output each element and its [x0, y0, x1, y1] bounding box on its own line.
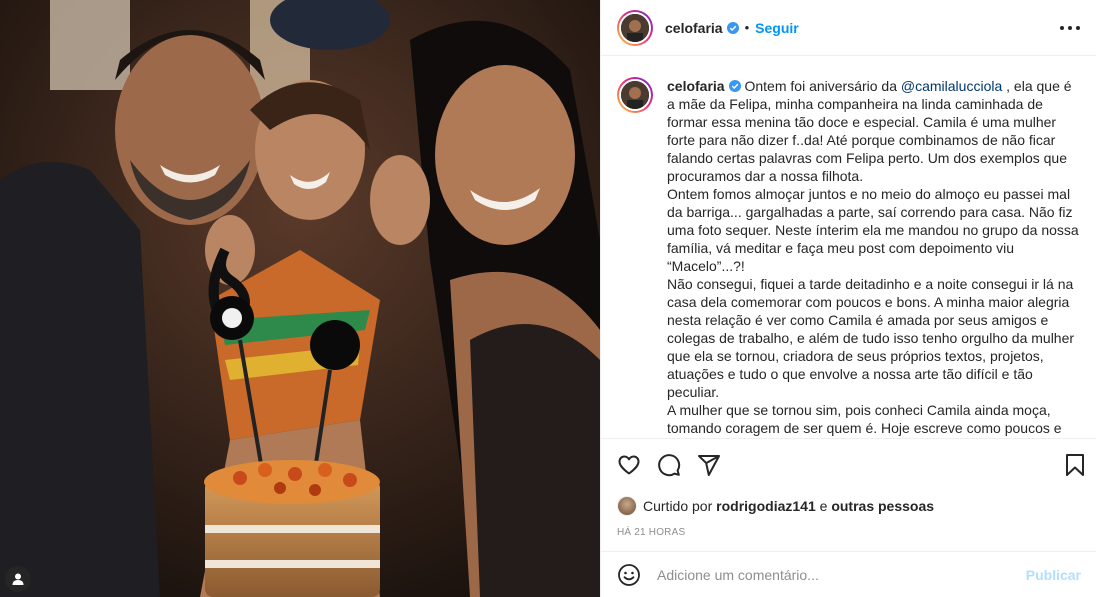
likes-conjunction: e — [815, 498, 832, 514]
likes-text: Curtido por rodrigodiaz141 e outras pess… — [643, 498, 934, 514]
user-tag-icon[interactable] — [5, 566, 31, 592]
post-timestamp[interactable]: HÁ 21 HORAS — [601, 527, 1096, 538]
heart-icon[interactable] — [617, 453, 641, 477]
caption-author-avatar[interactable] — [617, 77, 653, 113]
share-icon[interactable] — [697, 453, 721, 477]
publish-button[interactable]: Publicar — [1026, 567, 1081, 583]
verified-badge-icon — [726, 21, 739, 34]
post-header: celofaria • Seguir — [601, 0, 1096, 56]
post-image — [0, 0, 600, 597]
others-likes-link[interactable]: outras pessoas — [831, 498, 934, 514]
verified-badge-icon — [728, 80, 741, 92]
caption-paragraph-2: Ontem fomos almoçar juntos e no meio do … — [667, 186, 1083, 274]
mention-link[interactable]: @camilalucciola — [901, 78, 1002, 94]
likes-prefix: Curtido por — [643, 498, 717, 514]
author-avatar[interactable] — [617, 9, 653, 46]
comment-icon[interactable] — [657, 453, 681, 477]
liker-avatar[interactable] — [617, 496, 637, 516]
comment-form: Publicar — [601, 551, 1096, 597]
caption: celofaria Ontem foi aniversário da @cami… — [617, 77, 1081, 438]
author-username[interactable]: celofaria — [665, 20, 723, 36]
more-options-icon[interactable] — [1060, 19, 1080, 37]
bookmark-icon[interactable] — [1063, 453, 1087, 477]
caption-scroll-area[interactable]: celofaria Ontem foi aniversário da @cami… — [601, 57, 1096, 438]
liker-username[interactable]: rodrigodiaz141 — [716, 498, 816, 514]
separator-dot: • — [744, 20, 750, 35]
action-bar — [601, 439, 1096, 491]
caption-paragraph-4: A mulher que se tornou sim, pois conheci… — [667, 402, 1062, 436]
caption-username[interactable]: celofaria — [667, 78, 725, 94]
likes-summary: Curtido por rodrigodiaz141 e outras pess… — [601, 491, 1096, 521]
follow-button[interactable]: Seguir — [755, 20, 799, 36]
caption-paragraph-1: celofaria Ontem foi aniversário da @cami… — [667, 77, 1081, 185]
caption-intro: Ontem foi aniversário da — [740, 78, 901, 94]
post-side-panel: celofaria • Seguir celofaria Ontem foi a… — [600, 0, 1096, 597]
comment-input[interactable] — [657, 566, 1026, 583]
caption-text: celofaria Ontem foi aniversário da @cami… — [667, 77, 1081, 438]
post-photo[interactable] — [0, 0, 600, 597]
caption-paragraph-3: Não consegui, fiquei a tarde deitadinho … — [667, 276, 1078, 400]
post-actions: Curtido por rodrigodiaz141 e outras pess… — [601, 438, 1096, 538]
emoji-icon[interactable] — [617, 563, 641, 587]
